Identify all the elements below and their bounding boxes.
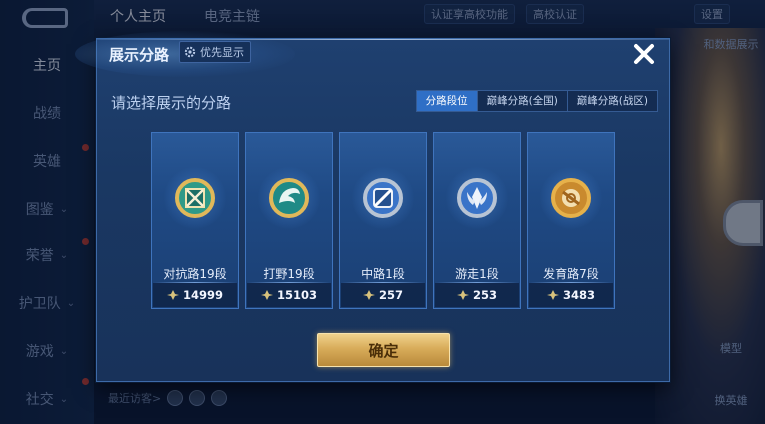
rank-points-icon <box>260 290 273 300</box>
lane-source-tabs: 分路段位 巅峰分路(全国) 巅峰分路(战区) <box>415 90 658 112</box>
lane-name: 发育路7段 <box>543 267 599 281</box>
lane-emblem-glow <box>258 167 320 229</box>
farm-lane-emblem-icon <box>551 178 591 218</box>
dialog-title: 展示分路 <box>109 46 170 64</box>
tab-lane-rank[interactable]: 分路段位 <box>416 91 477 111</box>
dialog-subtitle: 请选择展示的分路 <box>111 94 232 112</box>
lane-score-value: 3483 <box>562 288 595 302</box>
lane-score: 257 <box>341 282 425 307</box>
rank-points-icon <box>362 290 375 300</box>
lane-emblem-glow <box>446 167 508 229</box>
confirm-button[interactable]: 确定 <box>317 333 450 367</box>
priority-display-label: 优先显示 <box>200 46 244 59</box>
lane-score-value: 257 <box>378 288 403 302</box>
lane-card[interactable]: 发育路7段 3483 <box>527 132 615 309</box>
lane-name: 中路1段 <box>361 267 405 281</box>
lane-name: 打野19段 <box>263 267 315 281</box>
lane-card-list: 对抗路19段 14999 打野19段 15103 中路1段 257 游走1段 2… <box>151 132 615 309</box>
lane-emblem-glow <box>164 167 226 229</box>
lane-name: 对抗路19段 <box>163 267 227 281</box>
lane-emblem-glow <box>540 167 602 229</box>
rank-points-icon <box>546 290 559 300</box>
clash-lane-emblem-icon <box>175 178 215 218</box>
priority-display-button[interactable]: 优先显示 <box>179 41 251 63</box>
lane-score: 3483 <box>529 282 613 307</box>
roam-emblem-icon <box>457 178 497 218</box>
lane-card[interactable]: 中路1段 257 <box>339 132 427 309</box>
mid-lane-emblem-icon <box>363 178 403 218</box>
close-icon[interactable] <box>631 41 657 67</box>
lane-score: 253 <box>435 282 519 307</box>
rank-points-icon <box>456 290 469 300</box>
rank-points-icon <box>166 290 179 300</box>
lane-display-dialog: 展示分路 优先显示 请选择展示的分路 分路段位 巅峰分路(全国) 巅峰分路(战区… <box>75 31 670 382</box>
lane-score: 15103 <box>247 282 331 307</box>
lane-card[interactable]: 打野19段 15103 <box>245 132 333 309</box>
jungle-emblem-icon <box>269 178 309 218</box>
tab-peak-national[interactable]: 巅峰分路(全国) <box>476 91 567 111</box>
tab-peak-region[interactable]: 巅峰分路(战区) <box>566 91 657 111</box>
lane-score-value: 253 <box>472 288 497 302</box>
lane-emblem-glow <box>352 167 414 229</box>
lane-name: 游走1段 <box>455 267 499 281</box>
gear-icon <box>184 46 196 58</box>
lane-card[interactable]: 对抗路19段 14999 <box>151 132 239 309</box>
lane-score-value: 14999 <box>182 288 223 302</box>
lane-score-value: 15103 <box>276 288 317 302</box>
lane-card[interactable]: 游走1段 253 <box>433 132 521 309</box>
lane-score: 14999 <box>153 282 237 307</box>
